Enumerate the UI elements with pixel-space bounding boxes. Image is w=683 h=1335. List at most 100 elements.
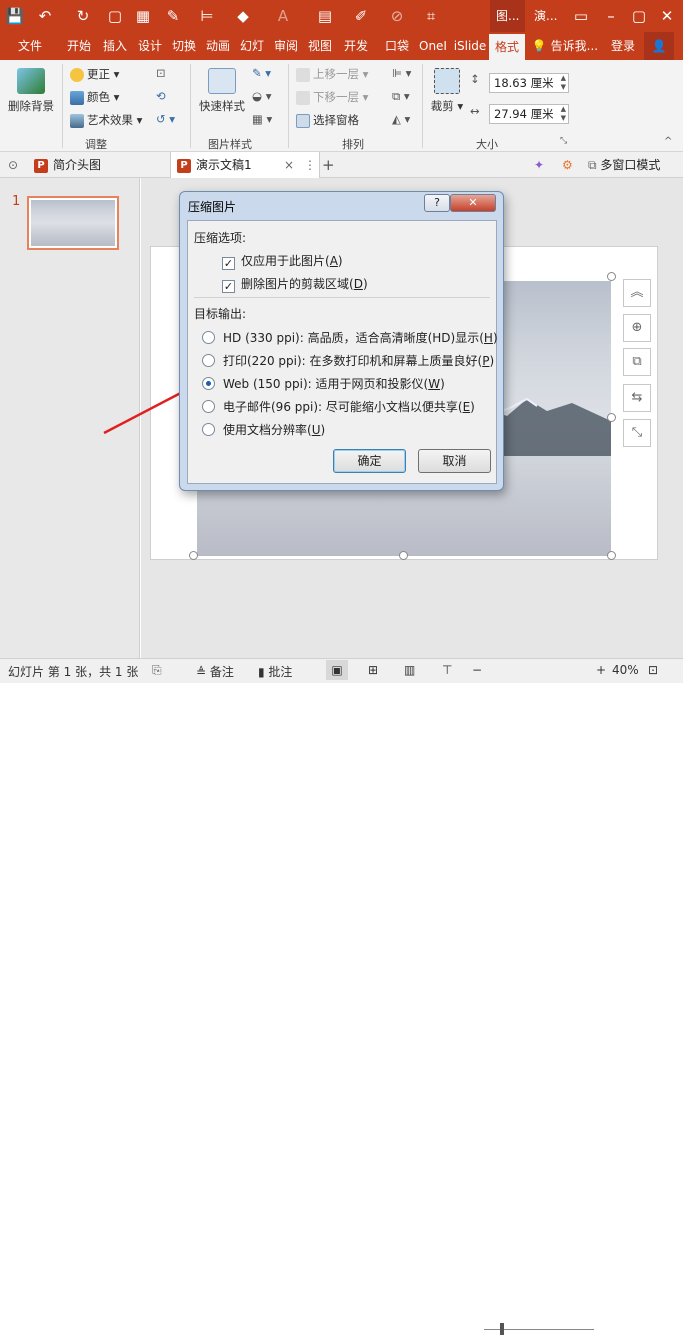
tab-more-icon[interactable]: ⋮ [304, 152, 316, 178]
add-tab-icon[interactable]: + [322, 152, 335, 178]
tab-insert[interactable]: 插入 [98, 32, 132, 60]
tab-pocket[interactable]: 口袋 [380, 32, 414, 60]
settings-gear-icon[interactable]: ⚙ [562, 152, 573, 178]
reset-picture-icon[interactable]: ↺ ▾ [156, 112, 175, 126]
tab-review[interactable]: 审阅 [270, 32, 302, 60]
redo-icon[interactable]: ↻ [72, 5, 94, 27]
picture-layout-icon[interactable]: ▦ ▾ [252, 112, 272, 126]
corrections-button[interactable]: 更正 ▾ [70, 66, 119, 82]
grid-icon[interactable]: ▦ [132, 5, 154, 27]
replace-image-icon[interactable]: ⇆ [623, 384, 651, 412]
undo-icon[interactable]: ↶ [34, 5, 56, 27]
resize-handle[interactable] [607, 272, 616, 281]
tab-home[interactable]: 开始 [62, 32, 96, 60]
collapse-ribbon-icon[interactable]: ^ [664, 136, 672, 147]
contextual-tab-presentation[interactable]: 演... [528, 0, 564, 32]
resize-handle[interactable] [607, 551, 616, 560]
spelling-icon[interactable]: ⎘ [152, 663, 162, 678]
tab-animations[interactable]: 动画 [202, 32, 234, 60]
tab-transitions[interactable]: 切换 [168, 32, 200, 60]
zoom-slider-thumb[interactable] [500, 1323, 504, 1335]
multiwindow-button[interactable]: ⧉ 多窗口模式 [588, 152, 660, 178]
tab-slideshow[interactable]: 幻灯 [236, 32, 268, 60]
radio-print[interactable]: 打印(220 ppi): 在多数打印机和屏幕上质量良好(P) [202, 352, 494, 369]
remove-background-button[interactable]: 删除背景 [6, 68, 56, 114]
picture-effects-icon[interactable]: ◒ ▾ [252, 89, 271, 103]
doc-tab-intro[interactable]: P 简介头图 [34, 152, 164, 178]
compress-pictures-icon[interactable]: ⊡ [156, 66, 166, 80]
brush-icon[interactable]: ✐ [350, 5, 372, 27]
slide-thumbnail[interactable] [27, 196, 119, 250]
chevron-up-icon[interactable]: ︽ [623, 279, 651, 307]
tab-file[interactable]: 文件 [10, 32, 50, 60]
new-file-icon[interactable]: ▢ [104, 5, 126, 27]
slide-sorter-icon[interactable]: ⊞ [368, 663, 378, 677]
rotate-icon[interactable]: ◭ ▾ [392, 112, 410, 126]
apply-only-checkbox[interactable]: ✓ 仅应用于此图片(A) [222, 252, 343, 270]
dialog-close-button[interactable]: ✕ [450, 194, 496, 212]
resize-handle[interactable] [399, 551, 408, 560]
fit-to-window-icon[interactable]: ⊡ [648, 663, 658, 677]
width-spinner[interactable]: ▲ ▼ [561, 105, 566, 123]
radio-document-resolution[interactable]: 使用文档分辨率(U) [202, 421, 325, 438]
tab-view[interactable]: 视图 [304, 32, 336, 60]
ribbon-display-icon[interactable]: ▭ [570, 5, 592, 27]
no-icon[interactable]: ⊘ [386, 5, 408, 27]
size-dialog-launcher-icon[interactable]: ⤡ [560, 136, 567, 146]
eyedropper-icon[interactable]: ✎ [162, 5, 184, 27]
font-color-icon[interactable]: A [272, 5, 294, 27]
extension-icon[interactable]: ✦ [534, 152, 544, 178]
cancel-button[interactable]: 取消 [418, 449, 491, 473]
color-button[interactable]: 颜色 ▾ [70, 89, 119, 105]
share-user-icon[interactable]: 👤 [644, 32, 674, 60]
tab-onenote[interactable]: OneI [416, 32, 450, 60]
picture-border-icon[interactable]: ✎ ▾ [252, 66, 271, 80]
doc-tab-presentation[interactable]: P 演示文稿1 [170, 152, 320, 178]
reading-view-icon[interactable]: ▥ [404, 663, 415, 677]
bring-forward-button[interactable]: 上移一层 ▾ [296, 66, 368, 82]
tab-design[interactable]: 设计 [134, 32, 166, 60]
tell-me-box[interactable]: 💡 告诉我... [530, 32, 600, 60]
tab-developer[interactable]: 开发 [338, 32, 374, 60]
align-objects-icon[interactable]: ⊫ ▾ [392, 66, 411, 80]
resize-handle[interactable] [189, 551, 198, 560]
clipboard-icon[interactable]: ▤ [314, 5, 336, 27]
group-objects-icon[interactable]: ⧉ ▾ [392, 89, 410, 104]
fill-color-icon[interactable]: ◆ [232, 5, 254, 27]
normal-view-icon[interactable]: ▣ [326, 660, 348, 680]
maximize-icon[interactable]: ▢ [628, 5, 650, 27]
zoom-out-icon[interactable]: − [472, 663, 482, 677]
tab-format[interactable]: 格式 [489, 34, 525, 60]
expand-icon[interactable]: ⤡ [623, 419, 651, 447]
contextual-tab-picture[interactable]: 图... [490, 0, 526, 32]
tab-islide[interactable]: iSlide [452, 32, 488, 60]
width-input[interactable]: 27.94 厘米 ▲ ▼ [489, 104, 569, 124]
slideshow-icon[interactable]: ⊤ [442, 663, 452, 677]
tab-list-icon[interactable]: ⊙ [8, 152, 18, 178]
send-backward-button[interactable]: 下移一层 ▾ [296, 89, 368, 105]
notes-button[interactable]: ≜ 备注 [196, 663, 234, 680]
change-picture-icon[interactable]: ⟲ [156, 89, 166, 103]
save-icon[interactable]: 💾 [4, 5, 26, 27]
height-input[interactable]: 18.63 厘米 ▲ ▼ [489, 73, 569, 93]
artistic-effects-button[interactable]: 艺术效果 ▾ [70, 112, 142, 128]
zoom-level[interactable]: 40% [612, 663, 639, 677]
crop-icon[interactable]: ⌗ [420, 5, 442, 27]
height-spinner[interactable]: ▲ ▼ [561, 74, 566, 92]
close-tab-icon[interactable]: × [284, 152, 294, 178]
align-icon[interactable]: ⊨ [196, 5, 218, 27]
minimize-icon[interactable]: – [600, 5, 622, 27]
quick-styles-button[interactable]: 快速样式 [196, 68, 248, 114]
ok-button[interactable]: 确定 [333, 449, 406, 473]
radio-email[interactable]: 电子邮件(96 ppi): 尽可能缩小文档以便共享(E) [202, 398, 475, 415]
zoom-in-icon[interactable]: + [596, 663, 606, 677]
selection-pane-button[interactable]: 选择窗格 [296, 112, 359, 128]
align-center-icon[interactable]: ⊕ [623, 314, 651, 342]
help-button[interactable]: ? [424, 194, 450, 212]
delete-crop-checkbox[interactable]: ✓ 删除图片的剪裁区域(D) [222, 275, 368, 293]
radio-hd[interactable]: HD (330 ppi): 高品质，适合高清晰度(HD)显示(H) [202, 329, 498, 346]
crop-button[interactable]: 裁剪 ▾ [428, 68, 466, 114]
resize-handle[interactable] [607, 413, 616, 422]
radio-web[interactable]: Web (150 ppi): 适用于网页和投影仪(W) [202, 375, 445, 392]
login-button[interactable]: 登录 [606, 32, 640, 60]
